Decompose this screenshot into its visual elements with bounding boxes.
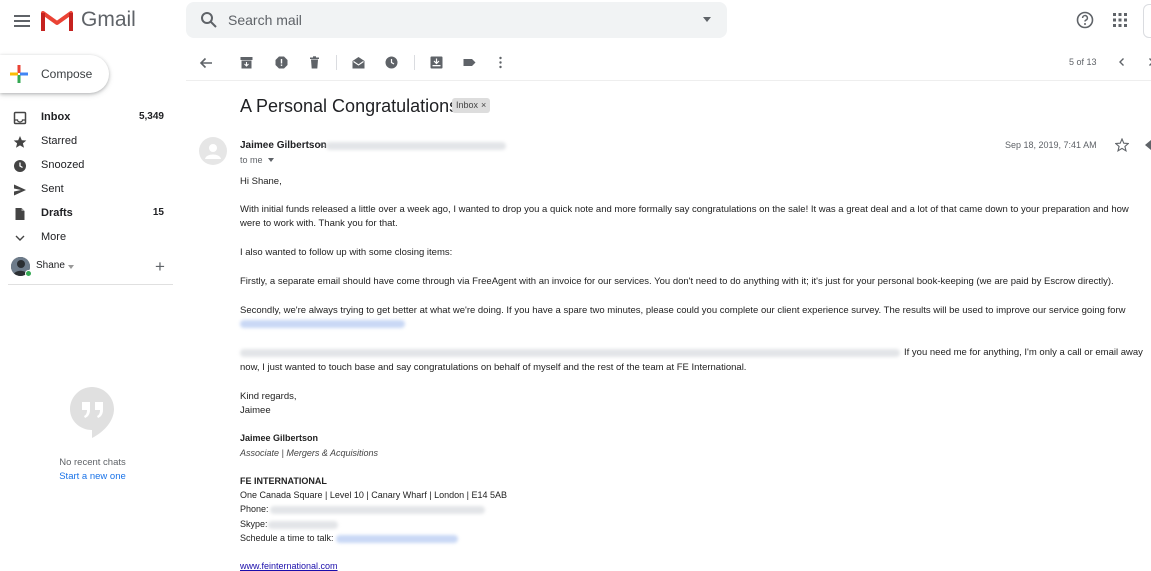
email-subject: A Personal Congratulations! <box>240 96 464 116</box>
body-paragraph-4: Secondly, we're always trying to get bet… <box>240 305 1126 316</box>
account-button[interactable] <box>1143 4 1151 38</box>
drafts-count: 15 <box>152 207 164 218</box>
greeting: Hi Shane, <box>240 176 282 187</box>
more-icon[interactable] <box>494 56 507 69</box>
label-icon[interactable] <box>463 56 476 69</box>
move-to-icon[interactable] <box>430 56 443 69</box>
back-icon[interactable] <box>199 56 213 70</box>
main-menu-icon[interactable] <box>12 10 34 32</box>
start-new-chat-link[interactable]: Start a new one <box>0 471 185 482</box>
chevron-down-icon <box>13 231 27 245</box>
inbox-icon <box>13 111 27 125</box>
search-icon[interactable] <box>200 11 218 29</box>
delete-icon[interactable] <box>308 56 321 69</box>
redacted-text <box>240 349 900 357</box>
compose-label: Compose <box>41 67 93 81</box>
sidebar-divider <box>8 284 173 285</box>
redacted-phone <box>270 506 485 514</box>
sender-avatar <box>199 137 227 165</box>
closing-name: Jaimee <box>240 405 271 416</box>
label-chip-text: Inbox <box>456 100 479 110</box>
app-name: Gmail <box>81 8 136 31</box>
clock-icon <box>13 159 27 173</box>
sidebar-item-more[interactable]: More <box>0 226 176 250</box>
mark-unread-icon[interactable] <box>352 56 365 69</box>
sidebar-item-sent[interactable]: Sent <box>0 178 176 202</box>
sender-name[interactable]: Jaimee Gilbertson <box>240 140 327 151</box>
sidebar-item-label: Inbox <box>41 111 71 123</box>
send-icon <box>13 183 27 197</box>
redacted-schedule-link[interactable] <box>336 535 458 543</box>
sidebar-item-label: Drafts <box>41 207 73 219</box>
newer-icon[interactable] <box>1146 57 1151 67</box>
message-date: Sep 18, 2019, 7:41 AM <box>1005 140 1097 150</box>
hangouts-user-name[interactable]: Shane <box>36 260 65 271</box>
body-paragraph-5-line-2: now, I just wanted to touch base and say… <box>240 362 747 373</box>
sidebar-item-starred[interactable]: Starred <box>0 130 176 154</box>
online-status-indicator <box>25 270 32 277</box>
toolbar-divider <box>414 55 415 70</box>
star-icon <box>13 135 27 149</box>
body-paragraph-2: I also wanted to follow up with some clo… <box>240 247 453 258</box>
signature-name: Jaimee Gilbertson <box>240 433 319 443</box>
sidebar-item-inbox[interactable]: Inbox 5,349 <box>0 106 176 130</box>
website-link[interactable]: www.feinternational.com <box>240 561 338 571</box>
body-paragraph-3: Firstly, a separate email should have co… <box>240 276 1114 287</box>
inbox-count: 5,349 <box>138 111 164 122</box>
signature-skype-label: Skype: <box>240 519 268 529</box>
body-paragraph-1-line-2: were to work with. Thank you for that. <box>240 218 398 229</box>
signature-schedule-label: Schedule a time to talk: <box>240 533 334 543</box>
body-paragraph-1: With initial funds released a little ove… <box>240 204 1129 215</box>
signature-company: FE INTERNATIONAL <box>240 476 327 486</box>
redacted-survey-link[interactable] <box>240 320 405 328</box>
inbox-label-chip[interactable]: Inbox × <box>452 98 491 113</box>
closing: Kind regards, <box>240 391 297 402</box>
recipient-summary[interactable]: to me <box>240 155 263 165</box>
redacted-skype <box>268 521 338 529</box>
signature-phone-label: Phone: <box>240 504 269 514</box>
report-spam-icon[interactable] <box>275 56 288 69</box>
pagination-count: 5 of 13 <box>1069 57 1097 67</box>
sidebar-item-label: More <box>41 231 67 243</box>
sidebar-item-label: Snoozed <box>41 159 85 171</box>
gmail-logo-icon[interactable] <box>41 7 73 33</box>
redacted-sender-email <box>326 142 506 150</box>
sender-email-bracket: < <box>319 140 325 151</box>
signature-title: Associate | Mergers & Acquisitions <box>240 448 379 458</box>
sidebar-item-label: Starred <box>41 135 78 147</box>
gmail-window: Gmail Compose I <box>0 0 1151 571</box>
sidebar-item-snoozed[interactable]: Snoozed <box>0 154 176 178</box>
reply-icon[interactable] <box>1144 139 1151 151</box>
search-input[interactable] <box>228 9 668 31</box>
body-paragraph-5: If you need me for anything, I'm only a … <box>904 347 1143 358</box>
toolbar-divider-line <box>186 80 1151 81</box>
plus-icon <box>10 65 28 83</box>
no-recent-chats-text: No recent chats <box>59 457 126 468</box>
remove-label-icon[interactable]: × <box>481 100 486 110</box>
new-chat-button[interactable]: + <box>155 258 165 276</box>
search-bar[interactable] <box>186 2 727 38</box>
toolbar-divider <box>336 55 337 70</box>
draft-icon <box>13 207 27 221</box>
sidebar-item-drafts[interactable]: Drafts 15 <box>0 202 176 226</box>
apps-grid-icon[interactable] <box>1112 12 1128 28</box>
archive-icon[interactable] <box>240 56 253 69</box>
snooze-icon[interactable] <box>385 56 398 69</box>
star-message-icon[interactable] <box>1115 138 1129 152</box>
status-dropdown-icon[interactable] <box>68 265 74 269</box>
show-details-icon[interactable] <box>268 158 274 162</box>
compose-button[interactable]: Compose <box>0 55 109 93</box>
sidebar-item-label: Sent <box>41 183 64 195</box>
search-options-icon[interactable] <box>703 17 711 22</box>
older-icon[interactable] <box>1117 57 1127 67</box>
signature-address: One Canada Square | Level 10 | Canary Wh… <box>240 490 508 500</box>
help-icon[interactable] <box>1076 11 1094 29</box>
hangouts-icon <box>69 386 115 438</box>
